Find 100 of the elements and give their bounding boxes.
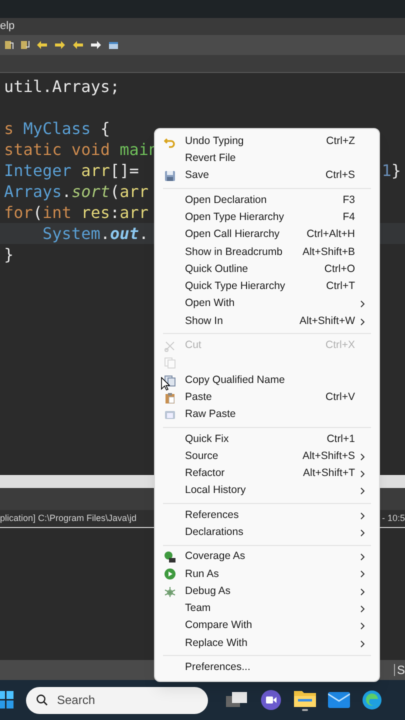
- folder-icon[interactable]: [294, 689, 316, 707]
- toolbar-icon[interactable]: [20, 40, 30, 50]
- menu-item-label: Coverage As: [185, 549, 246, 564]
- menu-item-label: Quick Outline: [185, 262, 250, 277]
- menu-item[interactable]: Compare With: [155, 618, 379, 636]
- shortcut-text: Ctrl+O: [324, 262, 355, 277]
- menu-item[interactable]: Revert File: [155, 150, 379, 168]
- search-field[interactable]: Search: [26, 686, 208, 714]
- menu-item-label: Open Type Hierarchy: [185, 210, 286, 225]
- search-input[interactable]: Search: [57, 691, 187, 709]
- menu-item-label: Replace With: [185, 636, 248, 651]
- code-text: sort: [71, 181, 110, 202]
- chevron-right-icon: [360, 487, 365, 496]
- active-indicator: [302, 709, 308, 711]
- menu-item-label: Save: [185, 168, 210, 184]
- coverage-icon: [164, 551, 176, 564]
- windows-logo-icon[interactable]: [0, 691, 14, 709]
- menu-item[interactable]: Coverage As: [155, 548, 379, 566]
- shortcut-text: Ctrl+Alt+H: [306, 227, 355, 242]
- paste-icon: [164, 409, 176, 422]
- menu-item-label: Compare With: [185, 618, 254, 634]
- clipboard-icon: [164, 392, 176, 404]
- shortcut-text: Ctrl+T: [326, 279, 355, 294]
- menu-item[interactable]: Paste Ctrl+V: [155, 389, 379, 406]
- menu-item[interactable]: elp: [0, 21, 15, 32]
- code-text: Integer: [4, 160, 72, 181]
- arrow-left-icon[interactable]: [36, 40, 48, 50]
- code-text: {: [99, 118, 110, 139]
- console-time: - 10:5: [382, 512, 405, 525]
- arrow-right-icon[interactable]: [90, 40, 102, 50]
- status-text: S: [394, 664, 405, 676]
- code-text: (: [110, 181, 120, 202]
- arrow-left-icon[interactable]: [72, 40, 84, 50]
- shortcut-text: Ctrl+X: [326, 338, 355, 354]
- run-icon: [164, 568, 176, 580]
- code-text: arr: [81, 160, 110, 181]
- menu-item[interactable]: Local History: [155, 482, 379, 500]
- arrow-right-icon[interactable]: [54, 40, 66, 50]
- menu-item[interactable]: Run As: [155, 566, 379, 584]
- menu-item-label: Undo Typing: [185, 134, 245, 149]
- menu-item-label: Cut: [185, 338, 202, 354]
- mail-icon[interactable]: [328, 692, 350, 708]
- menu-item-label: Open With: [185, 296, 236, 312]
- menu-item[interactable]: Open Declaration F3: [155, 192, 379, 210]
- shortcut-text: Ctrl+S: [326, 168, 355, 184]
- menu-item[interactable]: Preferences...: [155, 659, 379, 677]
- code-text: MyClass: [23, 118, 91, 139]
- shortcut-text: Ctrl+V: [326, 390, 355, 405]
- menu-item[interactable]: Quick Type Hierarchy Ctrl+T: [155, 278, 379, 296]
- menu-item[interactable]: Quick Fix Ctrl+1: [155, 430, 379, 448]
- menu-item[interactable]: Open Call Hierarchy Ctrl+Alt+H: [155, 226, 379, 244]
- menu-item-label: Quick Fix: [185, 432, 230, 447]
- menu-item[interactable]: Source Alt+Shift+S: [155, 448, 379, 466]
- task-view-icon[interactable]: [226, 692, 248, 708]
- shortcut-text: F4: [342, 210, 355, 225]
- code-text: .: [100, 223, 110, 244]
- browser-icon[interactable]: [362, 690, 382, 710]
- code-text: for: [4, 202, 33, 223]
- shortcut-text: Alt+Shift+W: [300, 314, 355, 329]
- menu-item[interactable]: References: [155, 506, 379, 524]
- code-text: util.Arrays;: [4, 76, 120, 97]
- menu-item-label: Paste: [185, 390, 213, 405]
- menu-item-label: Show In: [185, 314, 224, 329]
- code-text: .: [138, 223, 149, 244]
- menu-item[interactable]: Debug As: [155, 583, 379, 600]
- save-icon: [164, 170, 176, 182]
- menu-item[interactable]: Raw Paste: [155, 406, 379, 424]
- code-text: }: [391, 160, 401, 181]
- menu-item[interactable]: Replace With: [155, 635, 379, 652]
- menu-item-label: Copy Qualified Name: [185, 372, 286, 388]
- menu-item[interactable]: Refactor Alt+Shift+T: [155, 465, 379, 483]
- shortcut-text: Ctrl+Z: [326, 134, 355, 149]
- menu-item-label: Open Declaration: [185, 192, 268, 208]
- code-text: s: [4, 118, 15, 139]
- window-icon[interactable]: [108, 40, 119, 50]
- menu-item[interactable]: Save Ctrl+S: [155, 168, 379, 185]
- toolbar-icon[interactable]: [4, 40, 14, 50]
- menu-item-label: Declarations: [185, 525, 244, 540]
- menu-item[interactable]: Open Type Hierarchy F4: [155, 209, 379, 226]
- shortcut-text: Alt+Shift+B: [302, 244, 355, 260]
- shortcut-text: F3: [342, 192, 355, 208]
- shortcut-text: Alt+Shift+T: [303, 466, 355, 482]
- menu-item[interactable]: Show in Breadcrumb Alt+Shift+B: [155, 244, 379, 262]
- scissors-icon: [164, 340, 176, 352]
- chevron-right-icon: [360, 588, 365, 596]
- menu-item[interactable]: Quick Outline Ctrl+O: [155, 261, 379, 278]
- copy-icon: [164, 357, 176, 370]
- menu-item-label: Open Call Hierarchy: [185, 227, 281, 242]
- code-text: arr: [120, 181, 149, 202]
- menu-item[interactable]: Declarations: [155, 524, 379, 542]
- menu-item[interactable]: Undo Typing Ctrl+Z: [155, 133, 379, 150]
- menu-item-label: References: [185, 508, 240, 523]
- menu-item-label: Team: [185, 601, 212, 616]
- menu-item[interactable]: Open With: [155, 296, 379, 313]
- chevron-right-icon: [360, 300, 365, 308]
- menu-item[interactable]: Show In Alt+Shift+W: [155, 312, 379, 330]
- undo-icon: [164, 136, 176, 148]
- menu-item[interactable]: Team: [155, 600, 379, 618]
- video-chat-icon[interactable]: [260, 689, 282, 711]
- code-text: []=: [110, 160, 139, 181]
